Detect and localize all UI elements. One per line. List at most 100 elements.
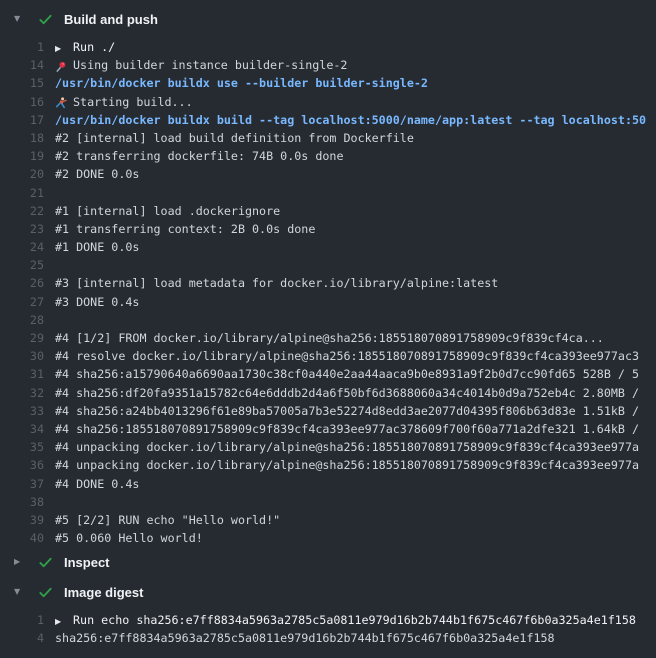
- line-number[interactable]: 30: [0, 347, 44, 365]
- log-line: 28: [0, 311, 656, 329]
- log-group-line[interactable]: 1 Run echo sha256:e7ff8834a5963a2785c5a08…: [0, 611, 656, 629]
- line-text: #5 [2/2] RUN echo "Hello world!": [55, 511, 280, 529]
- line-text: sha256:e7ff8834a5963a2785c5a0811e979d16b…: [55, 629, 555, 647]
- line-number[interactable]: 1: [0, 38, 44, 56]
- log-line: 22 #1 [internal] load .dockerignore: [0, 202, 656, 220]
- log-group-title: Inspect: [64, 555, 110, 570]
- log-line: 23 #1 transferring context: 2B 0.0s done: [0, 220, 656, 238]
- pushpin-icon: [55, 57, 73, 74]
- line-number[interactable]: 37: [0, 475, 44, 493]
- line-number[interactable]: 35: [0, 438, 44, 456]
- line-number[interactable]: 1: [0, 611, 44, 629]
- expand-triangle-icon[interactable]: [55, 40, 73, 56]
- line-text: #2 transferring dockerfile: 74B 0.0s don…: [55, 147, 344, 165]
- log-line: 37 #4 DONE 0.4s: [0, 475, 656, 493]
- line-number[interactable]: 34: [0, 420, 44, 438]
- line-number[interactable]: 39: [0, 511, 44, 529]
- line-text: Run echo sha256:e7ff8834a5963a2785c5a081…: [55, 611, 636, 629]
- log-group-header-inspect[interactable]: Inspect: [0, 551, 656, 573]
- line-number[interactable]: 4: [0, 629, 44, 647]
- log-line: 34 #4 sha256:185518070891758909c9f839cf4c…: [0, 420, 656, 438]
- log-line: 4 sha256:e7ff8834a5963a2785c5a0811e979d16…: [0, 629, 656, 647]
- line-number[interactable]: 21: [0, 184, 44, 202]
- line-number[interactable]: 20: [0, 165, 44, 183]
- check-icon: [38, 12, 53, 27]
- log-line: 39 #5 [2/2] RUN echo "Hello world!": [0, 511, 656, 529]
- line-text: /usr/bin/docker buildx build --tag local…: [55, 111, 646, 129]
- line-text: Starting build...: [55, 93, 193, 111]
- line-text: #4 [1/2] FROM docker.io/library/alpine@s…: [55, 329, 604, 347]
- log-line: 25: [0, 256, 656, 274]
- log-line: 20 #2 DONE 0.0s: [0, 165, 656, 183]
- line-text: #1 DONE 0.0s: [55, 238, 139, 256]
- line-text: #4 sha256:a24bb4013296f61e89ba57005a7b3e…: [55, 402, 639, 420]
- chevron-down-icon[interactable]: [14, 15, 26, 23]
- log-line: 17/usr/bin/docker buildx build --tag loc…: [0, 111, 656, 129]
- line-number[interactable]: 40: [0, 529, 44, 547]
- line-number[interactable]: 26: [0, 274, 44, 292]
- log-line: 16 Starting build...: [0, 93, 656, 111]
- log-line: 27 #3 DONE 0.4s: [0, 293, 656, 311]
- line-text: #5 0.060 Hello world!: [55, 529, 203, 547]
- line-number[interactable]: 27: [0, 293, 44, 311]
- log-line: 38: [0, 493, 656, 511]
- line-number[interactable]: 29: [0, 329, 44, 347]
- line-text: #4 sha256:df20fa9351a15782c64e6dddb2d4a6…: [55, 384, 639, 402]
- line-text: #2 DONE 0.0s: [55, 165, 139, 183]
- line-number[interactable]: 31: [0, 365, 44, 383]
- line-text: #2 [internal] load build definition from…: [55, 129, 414, 147]
- log-line: 30 #4 resolve docker.io/library/alpine@sh…: [0, 347, 656, 365]
- log-line: 26 #3 [internal] load metadata for docker…: [0, 274, 656, 292]
- line-number[interactable]: 36: [0, 456, 44, 474]
- line-number[interactable]: 32: [0, 384, 44, 402]
- workflow-log-viewer: Build and push 1Run ./14Using builder in…: [0, 0, 656, 658]
- log-line: 29 #4 [1/2] FROM docker.io/library/alpine…: [0, 329, 656, 347]
- log-line: 40 #5 0.060 Hello world!: [0, 529, 656, 547]
- line-number[interactable]: 38: [0, 493, 44, 511]
- line-number[interactable]: 17: [0, 111, 44, 129]
- line-number[interactable]: 19: [0, 147, 44, 165]
- line-number[interactable]: 16: [0, 93, 44, 111]
- log-line: 18 #2 [internal] load build definition fr…: [0, 129, 656, 147]
- line-number[interactable]: 15: [0, 74, 44, 92]
- line-number[interactable]: 18: [0, 129, 44, 147]
- log-group-title: Image digest: [64, 585, 143, 600]
- line-text: #4 sha256:a15790640a6690aa1730c38cf0a440…: [55, 365, 639, 383]
- line-number[interactable]: 14: [0, 56, 44, 74]
- expand-triangle-icon[interactable]: [55, 613, 73, 629]
- log-line: 15/usr/bin/docker buildx use --builder b…: [0, 74, 656, 92]
- line-text: #3 [internal] load metadata for docker.i…: [55, 274, 498, 292]
- line-text: #1 transferring context: 2B 0.0s done: [55, 220, 315, 238]
- line-text: Using builder instance builder-single-2: [55, 56, 347, 74]
- log-line: 33 #4 sha256:a24bb4013296f61e89ba57005a7b…: [0, 402, 656, 420]
- runner-icon: [55, 94, 73, 111]
- line-number[interactable]: 24: [0, 238, 44, 256]
- line-text: /usr/bin/docker buildx use --builder bui…: [55, 74, 428, 92]
- line-number[interactable]: 28: [0, 311, 44, 329]
- check-icon: [38, 585, 53, 600]
- log-group-header-image-digest[interactable]: Image digest: [0, 581, 656, 603]
- chevron-down-icon[interactable]: [14, 588, 26, 596]
- line-text: #1 [internal] load .dockerignore: [55, 202, 280, 220]
- line-number[interactable]: 22: [0, 202, 44, 220]
- line-text: #4 sha256:185518070891758909c9f839cf4ca3…: [55, 420, 639, 438]
- line-text: #4 unpacking docker.io/library/alpine@sh…: [55, 438, 639, 456]
- line-text: #3 DONE 0.4s: [55, 293, 139, 311]
- line-text: #4 unpacking docker.io/library/alpine@sh…: [55, 456, 639, 474]
- log-group-line[interactable]: 1 Run ./: [0, 38, 656, 56]
- log-line: 14 Using builder instance builder-single-…: [0, 56, 656, 74]
- line-number[interactable]: 33: [0, 402, 44, 420]
- line-number[interactable]: 25: [0, 256, 44, 274]
- line-number[interactable]: 23: [0, 220, 44, 238]
- chevron-right-icon[interactable]: [14, 558, 26, 566]
- line-text: Run ./: [55, 38, 115, 56]
- log-line: 32 #4 sha256:df20fa9351a15782c64e6dddb2d4…: [0, 384, 656, 402]
- log-group-header-build-and-push[interactable]: Build and push: [0, 8, 656, 30]
- log-line: 24 #1 DONE 0.0s: [0, 238, 656, 256]
- line-text: #4 resolve docker.io/library/alpine@sha2…: [55, 347, 639, 365]
- check-icon: [38, 555, 53, 570]
- log-lines-image-digest: 1 Run echo sha256:e7ff8834a5963a2785c5a08…: [0, 611, 656, 647]
- line-text: #4 DONE 0.4s: [55, 475, 139, 493]
- log-line: 35 #4 unpacking docker.io/library/alpine@…: [0, 438, 656, 456]
- log-line: 19 #2 transferring dockerfile: 74B 0.0s d…: [0, 147, 656, 165]
